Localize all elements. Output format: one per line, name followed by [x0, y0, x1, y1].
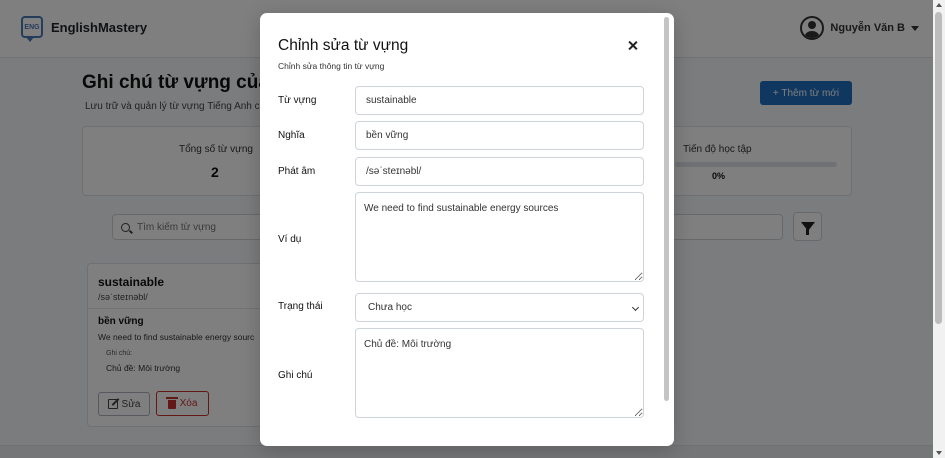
- modal-title: Chỉnh sửa từ vựng: [278, 37, 409, 54]
- note-textarea[interactable]: Chủ đề: Môi trường: [355, 328, 644, 418]
- example-textarea[interactable]: We need to find sustainable energy sourc…: [355, 192, 644, 282]
- phonetic-label: Phát âm: [278, 166, 316, 177]
- word-label: Từ vựng: [278, 95, 317, 106]
- scroll-thumb[interactable]: [935, 12, 942, 324]
- close-icon[interactable]: [624, 37, 642, 55]
- status-select[interactable]: Chưa học: [355, 293, 644, 322]
- modal-scrollbar[interactable]: [664, 17, 669, 401]
- meaning-label: Nghĩa: [278, 130, 305, 141]
- edit-vocab-modal: Chỉnh sửa từ vựng Chỉnh sửa thông tin từ…: [260, 13, 674, 446]
- note-label: Ghi chú: [278, 370, 313, 381]
- status-label: Trạng thái: [278, 301, 323, 312]
- example-label: Ví dụ: [278, 234, 302, 245]
- phonetic-input[interactable]: [355, 157, 644, 186]
- page-scrollbar[interactable]: [933, 0, 945, 458]
- meaning-input[interactable]: [355, 121, 644, 150]
- modal-subtitle: Chỉnh sửa thông tin từ vựng: [278, 61, 385, 71]
- scroll-down-arrow-icon[interactable]: [936, 451, 942, 455]
- scroll-up-arrow-icon[interactable]: [936, 3, 942, 7]
- word-input[interactable]: [355, 86, 644, 115]
